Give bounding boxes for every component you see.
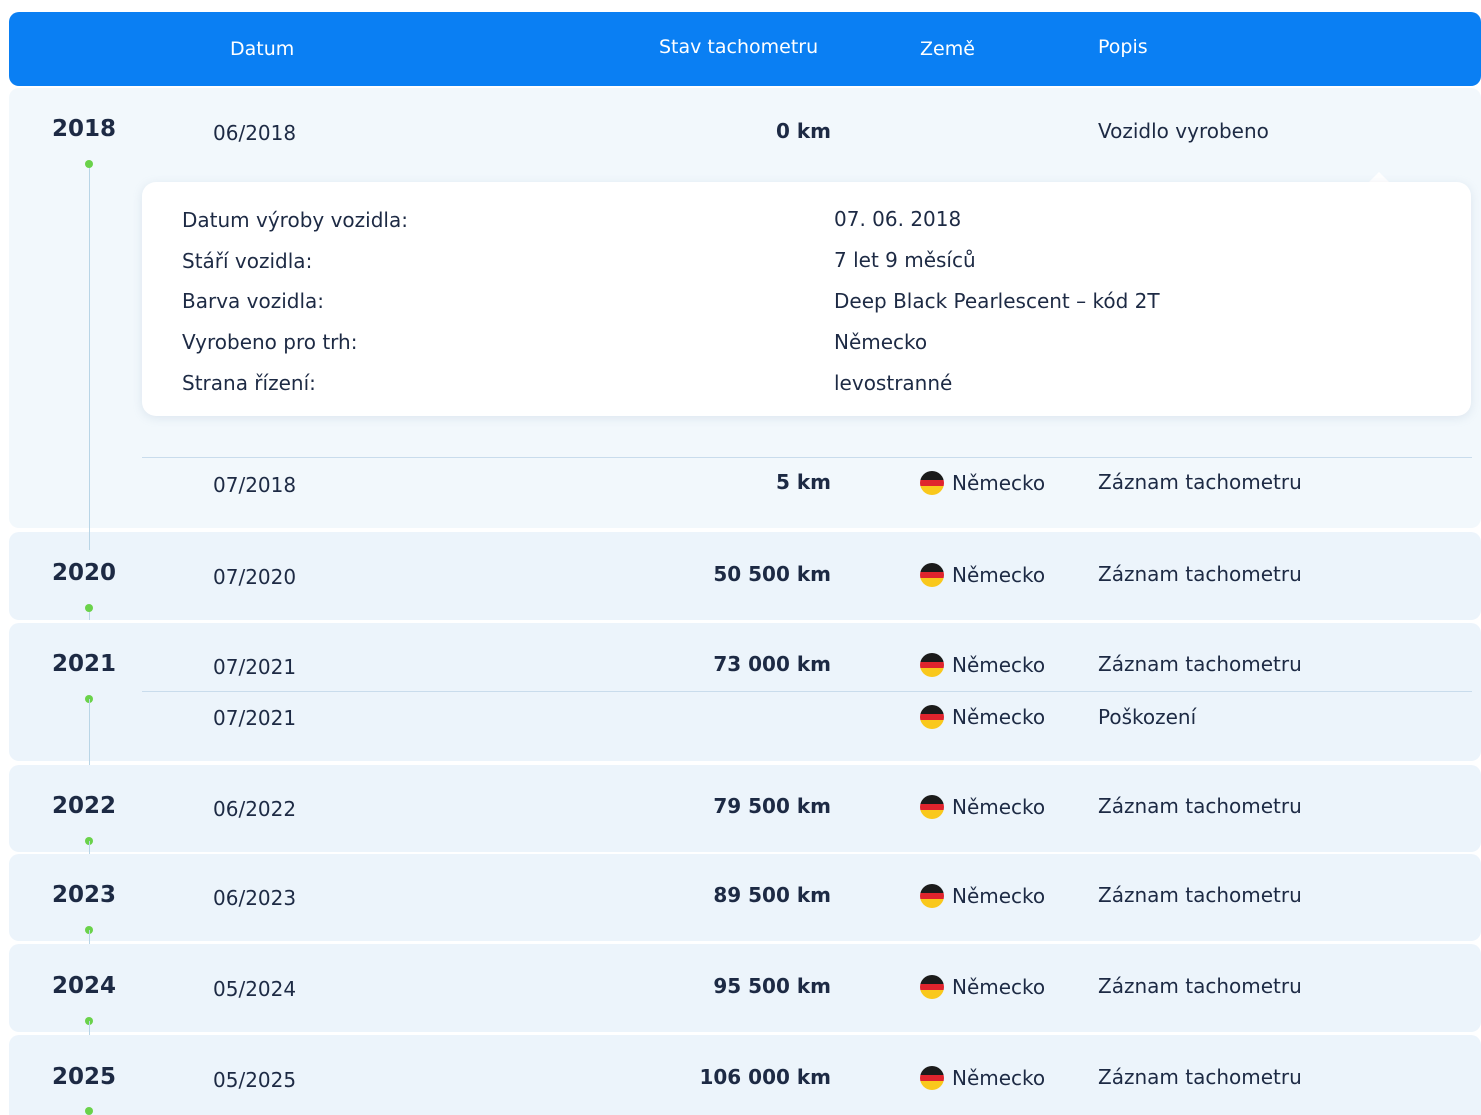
record-description: Záznam tachometru (1098, 794, 1302, 818)
country-name: Německo (952, 653, 1046, 677)
germany-flag-icon (920, 795, 944, 819)
detail-label: Vyrobeno pro trh: (182, 330, 358, 354)
germany-flag-icon (920, 884, 944, 908)
record-odometer: 89 500 km (713, 883, 831, 907)
timeline-line (89, 164, 90, 548)
year-label: 2020 (52, 560, 117, 586)
germany-flag-icon (920, 471, 944, 495)
year-label: 2023 (52, 882, 117, 908)
germany-flag-icon (920, 1066, 944, 1090)
country-name: Německo (952, 471, 1046, 495)
year-label: 2018 (52, 116, 117, 142)
timeline-dot (85, 160, 93, 168)
country-name: Německo (952, 975, 1046, 999)
germany-flag-icon (920, 653, 944, 677)
year-section-2022: 2022 06/2022 79 500 km Německo Záznam ta… (9, 765, 1481, 855)
column-header-description: Popis (1098, 36, 1148, 58)
record-odometer: 106 000 km (699, 1065, 831, 1089)
table-header: Datum Stav tachometru Země Popis (9, 12, 1481, 86)
row-divider (142, 457, 1472, 458)
year-label: 2024 (52, 973, 117, 999)
record-odometer: 73 000 km (713, 652, 831, 676)
year-section-2023: 2023 06/2023 89 500 km Německo Záznam ta… (9, 854, 1481, 944)
detail-label: Datum výroby vozidla: (182, 208, 408, 232)
column-header-date: Datum (230, 38, 295, 60)
record-country: Německo (920, 563, 1045, 587)
year-section-2020: 2020 07/2020 50 500 km Německo Záznam ta… (9, 528, 1481, 620)
detail-value: 7 let 9 měsíců (834, 248, 976, 272)
record-date: 05/2025 (213, 1068, 297, 1092)
column-header-country: Země (920, 38, 975, 60)
detail-label: Strana řízení: (182, 371, 316, 395)
row-divider (142, 691, 1472, 692)
record-date: 07/2021 (213, 655, 297, 679)
record-country: Německo (920, 705, 1045, 729)
germany-flag-icon (920, 705, 944, 729)
record-date: 07/2018 (213, 473, 297, 497)
year-section-2021: 2021 07/2021 73 000 km Německo Záznam ta… (9, 623, 1481, 781)
record-date: 07/2020 (213, 565, 297, 589)
detail-value: 07. 06. 2018 (834, 207, 962, 231)
record-description: Záznam tachometru (1098, 562, 1302, 586)
timeline-line (89, 1021, 90, 1035)
detail-value: Deep Black Pearlescent – kód 2T (834, 289, 1160, 313)
germany-flag-icon (920, 975, 944, 999)
country-name: Německo (952, 563, 1046, 587)
record-country: Německo (920, 795, 1045, 819)
record-description: Záznam tachometru (1098, 652, 1302, 676)
country-name: Německo (952, 705, 1046, 729)
record-country: Německo (920, 471, 1045, 495)
record-date: 06/2022 (213, 797, 297, 821)
detail-value: levostranné (834, 371, 953, 395)
record-date: 06/2023 (213, 886, 297, 910)
column-header-odometer: Stav tachometru (659, 36, 819, 58)
record-country: Německo (920, 975, 1045, 999)
germany-flag-icon (920, 563, 944, 587)
country-name: Německo (952, 795, 1046, 819)
record-country: Německo (920, 653, 1045, 677)
record-date: 06/2018 (213, 121, 297, 145)
record-description: Záznam tachometru (1098, 883, 1302, 907)
detail-label: Stáří vozidla: (182, 249, 313, 273)
record-date: 07/2021 (213, 706, 297, 730)
year-label: 2021 (52, 651, 117, 677)
year-label: 2025 (52, 1064, 117, 1090)
record-description: Záznam tachometru (1098, 1065, 1302, 1089)
record-date: 05/2024 (213, 977, 297, 1001)
record-odometer: 0 km (775, 119, 831, 143)
record-description: Vozidlo vyrobeno (1098, 119, 1269, 143)
record-odometer: 5 km (775, 470, 831, 494)
vehicle-details-popup: Datum výroby vozidla: 07. 06. 2018 Stáří… (142, 182, 1471, 416)
record-description: Záznam tachometru (1098, 470, 1302, 494)
record-description: Poškození (1098, 705, 1197, 729)
record-description: Záznam tachometru (1098, 974, 1302, 998)
timeline-dot (85, 1107, 93, 1115)
country-name: Německo (952, 884, 1046, 908)
record-odometer: 95 500 km (713, 974, 831, 998)
country-name: Německo (952, 1066, 1046, 1090)
timeline-dot (85, 604, 93, 612)
record-odometer: 50 500 km (713, 562, 831, 586)
timeline-line (89, 930, 90, 944)
timeline-line (89, 528, 90, 550)
record-odometer: 79 500 km (713, 794, 831, 818)
record-country: Německo (920, 1066, 1045, 1090)
record-country: Německo (920, 884, 1045, 908)
year-section-2025: 2025 05/2025 106 000 km Německo Záznam t… (9, 1035, 1481, 1115)
detail-label: Barva vozidla: (182, 289, 325, 313)
detail-value: Německo (834, 330, 928, 354)
timeline-line (89, 841, 90, 855)
year-label: 2022 (52, 793, 117, 819)
year-section-2024: 2024 05/2024 95 500 km Německo Záznam ta… (9, 944, 1481, 1035)
